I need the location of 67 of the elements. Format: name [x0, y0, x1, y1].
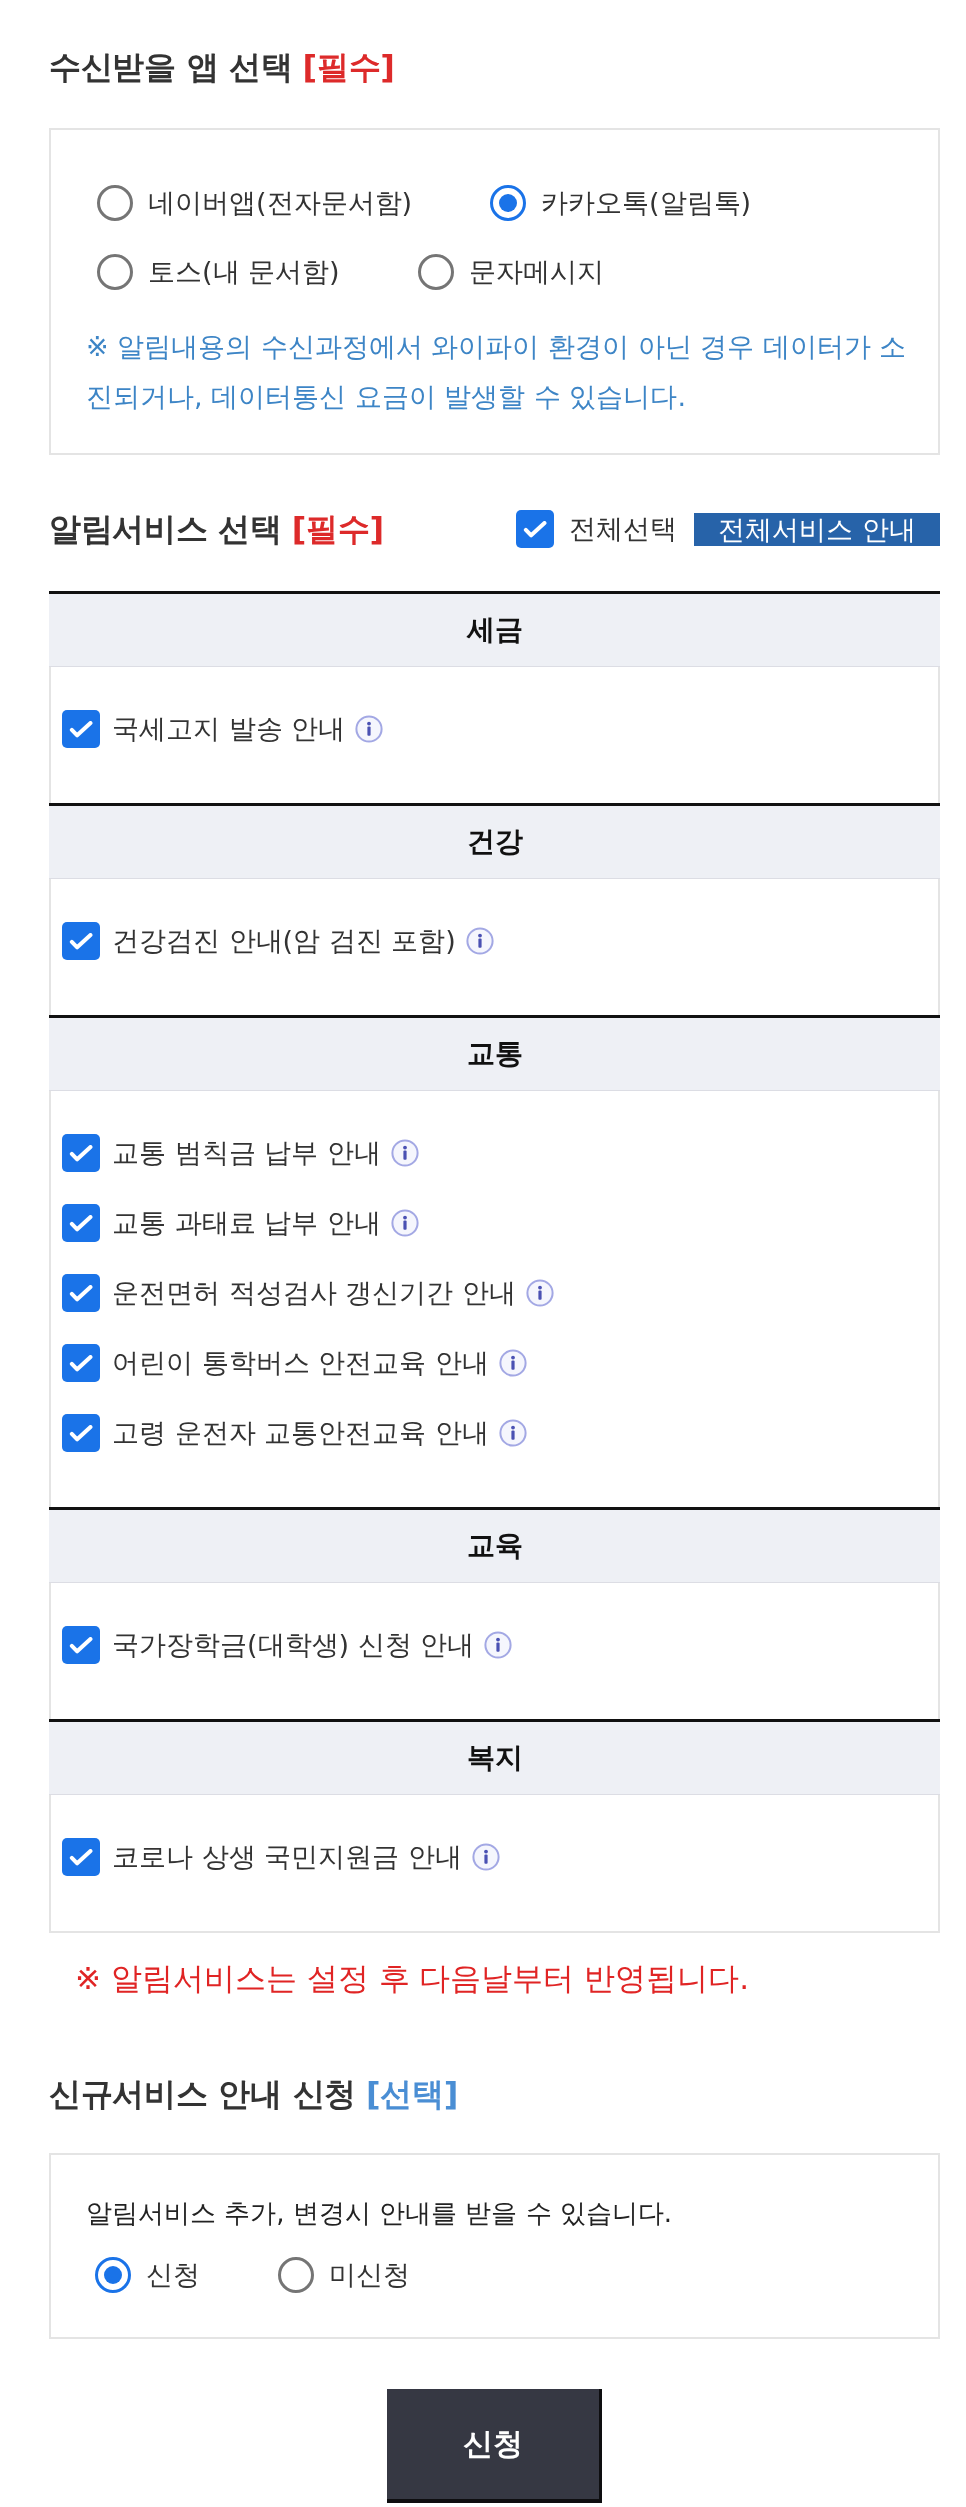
required-tag: [필수] — [302, 45, 395, 89]
checkbox[interactable] — [62, 1204, 100, 1242]
checkbox-label[interactable]: 어린이 통학버스 안전교육 안내 — [112, 1345, 489, 1381]
checkbox-label[interactable]: 코로나 상생 국민지원금 안내 — [112, 1839, 462, 1875]
category-header: 세금 — [49, 591, 940, 667]
category-header: 건강 — [49, 803, 940, 879]
check-icon — [69, 1214, 93, 1232]
check-icon — [69, 1636, 93, 1654]
checkbox[interactable] — [62, 1626, 100, 1664]
checkbox[interactable] — [62, 710, 100, 748]
info-icon[interactable] — [390, 1139, 419, 1167]
checkbox[interactable] — [62, 1344, 100, 1382]
checkbox[interactable] — [62, 922, 100, 960]
radio-button[interactable] — [278, 2257, 314, 2293]
check-icon — [69, 720, 93, 738]
checkbox[interactable] — [516, 510, 555, 548]
check-icon — [523, 520, 548, 538]
category-header: 교육 — [49, 1507, 940, 1583]
category-header: 복지 — [49, 1719, 940, 1795]
radio-button[interactable] — [490, 185, 527, 221]
radio-label[interactable]: 토스(내 문서함) — [148, 254, 340, 290]
checkbox-label[interactable]: 국가장학금(대학생) 신청 안내 — [112, 1627, 475, 1663]
notice-text: ※ 알림내용의 수신과정에서 와이파이 환경이 아닌 경우 데이터가 소진되거나, 데이터통신 요금이 발생할 수 있습니다. — [86, 330, 908, 414]
checkbox-label[interactable]: 교통 범칙금 납부 안내 — [112, 1135, 381, 1171]
checkbox-label[interactable]: 국세고지 발송 안내 — [112, 711, 346, 747]
checkbox-label[interactable]: 고령 운전자 교통안전교육 안내 — [112, 1415, 489, 1451]
checkbox[interactable] — [62, 1414, 100, 1452]
radio-label[interactable]: 네이버앱(전자문서함) — [148, 185, 413, 221]
section-title: 신규서비스 안내 신청 — [49, 2074, 356, 2115]
info-icon[interactable] — [355, 715, 384, 743]
check-icon — [69, 1284, 93, 1302]
info-icon[interactable] — [390, 1209, 419, 1237]
section-title: 수신받을 앱 선택 — [49, 47, 293, 88]
radio-button[interactable] — [417, 254, 454, 290]
info-icon[interactable] — [525, 1279, 554, 1307]
radio-button[interactable] — [97, 185, 133, 221]
submit-button[interactable]: 신청 — [387, 2389, 602, 2503]
section-title: 알림서비스 선택 — [49, 509, 282, 550]
checkbox-label[interactable]: 운전면허 적성검사 갱신기간 안내 — [112, 1275, 516, 1311]
checkbox-label[interactable]: 건강검진 안내(암 검진 포함) — [112, 923, 456, 959]
radio-label[interactable]: 미신청 — [329, 2257, 410, 2293]
service-guide-button[interactable]: 전체서비스 안내 — [694, 512, 940, 546]
info-icon[interactable] — [484, 1631, 513, 1659]
checkbox[interactable] — [62, 1274, 100, 1312]
check-icon — [69, 1354, 93, 1372]
info-icon[interactable] — [471, 1843, 500, 1871]
radio-label[interactable]: 카카오톡(알림톡) — [541, 185, 752, 221]
check-icon — [69, 1424, 93, 1442]
info-icon[interactable] — [498, 1419, 527, 1447]
checkbox-label[interactable]: 교통 과태료 납부 안내 — [112, 1205, 381, 1241]
notice-text: ※ 알림서비스는 설정 후 다음날부터 반영됩니다. — [75, 1959, 751, 1998]
radio-button[interactable] — [97, 254, 133, 290]
radio-button[interactable] — [95, 2257, 131, 2293]
check-icon — [69, 1848, 93, 1866]
info-icon[interactable] — [498, 1349, 527, 1377]
category-header: 교통 — [49, 1015, 940, 1091]
required-tag: [필수] — [291, 507, 384, 551]
radio-label[interactable]: 신청 — [146, 2257, 200, 2293]
info-icon[interactable] — [465, 927, 494, 955]
optional-tag: [선택] — [366, 2072, 459, 2116]
checkbox[interactable] — [62, 1134, 100, 1172]
check-icon — [69, 1144, 93, 1162]
description-text: 알림서비스 추가, 변경시 안내를 받을 수 있습니다. — [86, 2197, 674, 2230]
check-icon — [69, 932, 93, 950]
radio-label[interactable]: 문자메시지 — [468, 254, 604, 290]
select-all-label[interactable]: 전체선택 — [569, 511, 678, 547]
checkbox[interactable] — [62, 1838, 100, 1876]
